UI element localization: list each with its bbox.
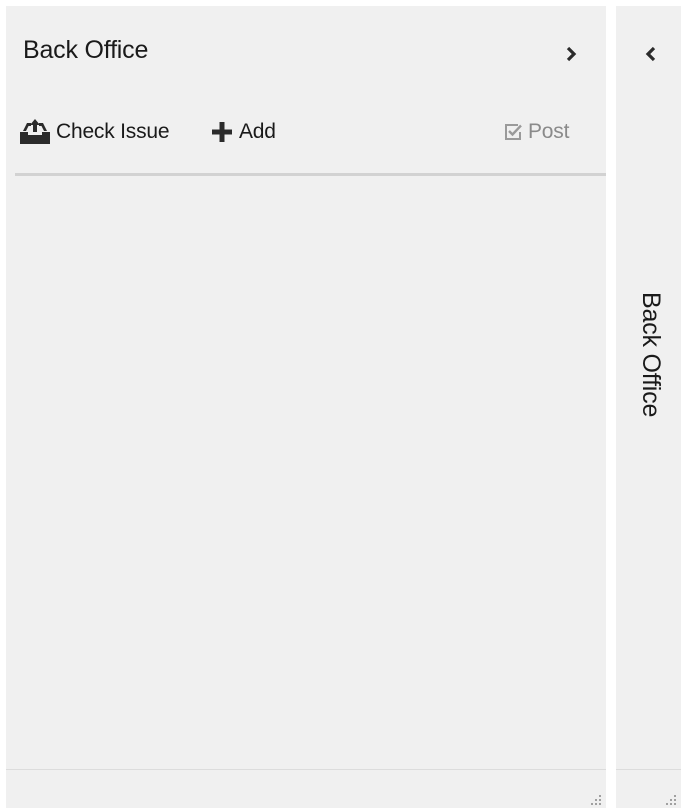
collapsed-side-panel[interactable]: Back Office bbox=[616, 6, 681, 808]
back-office-panel: Back Office Check Issue Add Post bbox=[6, 6, 606, 808]
footer-divider bbox=[6, 769, 606, 770]
add-label: Add bbox=[239, 120, 276, 143]
add-button[interactable]: Add bbox=[209, 112, 276, 152]
panel-toolbar: Check Issue Add Post bbox=[6, 112, 606, 152]
resize-grip-icon[interactable] bbox=[588, 792, 602, 806]
post-button[interactable]: Post bbox=[503, 112, 569, 152]
expand-panel-button[interactable] bbox=[640, 42, 664, 66]
side-resize-grip-icon[interactable] bbox=[663, 792, 677, 806]
inbox-upload-icon bbox=[18, 118, 52, 146]
check-issue-label: Check Issue bbox=[56, 120, 170, 143]
panel-title: Back Office bbox=[23, 36, 149, 64]
side-panel-title: Back Office bbox=[637, 292, 665, 418]
checkbox-check-icon bbox=[503, 122, 523, 142]
plus-icon bbox=[209, 119, 235, 145]
chevron-left-icon bbox=[640, 46, 664, 70]
post-label: Post bbox=[528, 120, 570, 143]
collapse-panel-button[interactable] bbox=[560, 42, 584, 66]
panel-header: Back Office bbox=[6, 6, 606, 86]
check-issue-button[interactable]: Check Issue bbox=[18, 112, 170, 152]
app-root: Back Office Check Issue Add Post Back Of… bbox=[0, 0, 681, 808]
side-footer-divider bbox=[616, 769, 681, 770]
panel-content bbox=[6, 176, 606, 769]
chevron-right-icon bbox=[560, 42, 584, 66]
